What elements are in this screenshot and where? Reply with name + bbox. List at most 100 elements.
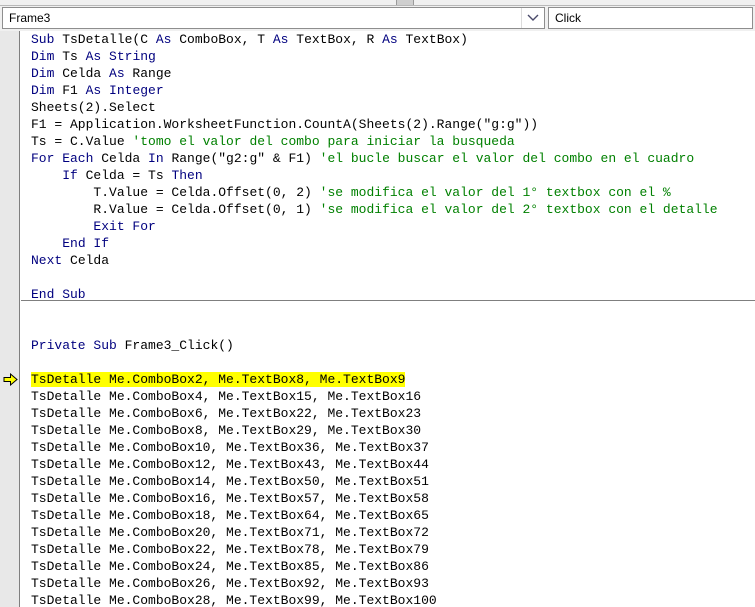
code-line-text: TsDetalle Me.ComboBox28, Me.TextBox99, M… bbox=[31, 593, 437, 607]
code-token-plain: Sheets(2).Select bbox=[31, 100, 156, 115]
code-token-plain: Celda bbox=[93, 151, 149, 166]
code-line[interactable] bbox=[21, 320, 755, 337]
procedure-separator bbox=[21, 300, 755, 301]
code-token-plain: TextBox, R bbox=[288, 32, 383, 47]
code-line-text: TsDetalle Me.ComboBox14, Me.TextBox50, M… bbox=[31, 474, 429, 489]
procedure-combo-value: Click bbox=[555, 11, 581, 25]
code-line[interactable]: Exit For bbox=[21, 218, 755, 235]
code-line[interactable]: Private Sub Frame3_Click() bbox=[21, 337, 755, 354]
code-line[interactable]: TsDetalle Me.ComboBox22, Me.TextBox78, M… bbox=[21, 541, 755, 558]
code-pane[interactable]: Sub TsDetalle(C As ComboBox, T As TextBo… bbox=[0, 31, 755, 607]
code-token-plain: TsDetalle Me.ComboBox18, Me.TextBox64, M… bbox=[31, 508, 429, 523]
code-line[interactable]: Next Celda bbox=[21, 252, 755, 269]
code-line[interactable]: Ts = C.Value 'tomo el valor del combo pa… bbox=[21, 133, 755, 150]
code-token-plain: TsDetalle Me.ComboBox2, Me.TextBox8, Me.… bbox=[31, 372, 406, 387]
code-token-plain: TsDetalle Me.ComboBox6, Me.TextBox22, Me… bbox=[31, 406, 422, 421]
code-line[interactable]: Dim Ts As String bbox=[21, 48, 755, 65]
code-line[interactable]: TsDetalle Me.ComboBox16, Me.TextBox57, M… bbox=[21, 490, 755, 507]
code-token-cmt: 'el bucle buscar el valor del combo en e… bbox=[319, 151, 695, 166]
code-line[interactable]: If Celda = Ts Then bbox=[21, 167, 755, 184]
code-token-plain: TsDetalle Me.ComboBox16, Me.TextBox57, M… bbox=[31, 491, 429, 506]
code-line[interactable]: Dim F1 As Integer bbox=[21, 82, 755, 99]
arrow-right-icon bbox=[3, 372, 18, 387]
code-line[interactable] bbox=[21, 303, 755, 320]
code-line[interactable]: For Each Celda In Range("g2:g" & F1) 'el… bbox=[21, 150, 755, 167]
code-line-text: Dim Ts As String bbox=[31, 49, 156, 64]
code-token-kw: Then bbox=[171, 168, 203, 183]
code-line-text: For Each Celda In Range("g2:g" & F1) 'el… bbox=[31, 151, 694, 166]
splitter-handle[interactable] bbox=[396, 0, 414, 5]
code-line-text: TsDetalle Me.ComboBox4, Me.TextBox15, Me… bbox=[31, 389, 421, 404]
code-token-plain: TsDetalle Me.ComboBox14, Me.TextBox50, M… bbox=[31, 474, 429, 489]
code-token-plain: F1 = Application.WorksheetFunction.Count… bbox=[31, 117, 539, 132]
code-token-plain: TsDetalle Me.ComboBox12, Me.TextBox43, M… bbox=[31, 457, 429, 472]
code-token-plain: TsDetalle Me.ComboBox8, Me.TextBox29, Me… bbox=[31, 423, 422, 438]
code-token-kw: Dim bbox=[31, 66, 55, 81]
object-combo[interactable]: Frame3 bbox=[2, 7, 545, 29]
current-statement-text: TsDetalle Me.ComboBox2, Me.TextBox8, Me.… bbox=[31, 372, 406, 387]
code-line[interactable]: Sheets(2).Select bbox=[21, 99, 755, 116]
code-line-text: TsDetalle Me.ComboBox18, Me.TextBox64, M… bbox=[31, 508, 429, 523]
code-line[interactable]: TsDetalle Me.ComboBox4, Me.TextBox15, Me… bbox=[21, 388, 755, 405]
code-token-kw: As bbox=[155, 32, 172, 47]
code-line-text: Sheets(2).Select bbox=[31, 100, 156, 115]
code-line-text: Sub TsDetalle(C As ComboBox, T As TextBo… bbox=[31, 32, 468, 47]
code-line[interactable]: R.Value = Celda.Offset(0, 1) 'se modific… bbox=[21, 201, 755, 218]
code-line-text: Ts = C.Value 'tomo el valor del combo pa… bbox=[31, 134, 515, 149]
code-token-kw: For Each bbox=[31, 151, 94, 166]
code-token-plain: Range bbox=[124, 66, 172, 81]
code-line[interactable]: TsDetalle Me.ComboBox18, Me.TextBox64, M… bbox=[21, 507, 755, 524]
code-token-plain: Frame3_Click() bbox=[116, 338, 234, 353]
code-token-kw: Private Sub bbox=[31, 338, 117, 353]
code-line-text: TsDetalle Me.ComboBox26, Me.TextBox92, M… bbox=[31, 576, 429, 591]
code-token-kw: Dim bbox=[31, 83, 55, 98]
code-token-kw: In bbox=[148, 151, 164, 166]
code-token-plain: TsDetalle Me.ComboBox28, Me.TextBox99, M… bbox=[31, 593, 437, 607]
code-line-text: TsDetalle Me.ComboBox10, Me.TextBox36, M… bbox=[31, 440, 429, 455]
code-line[interactable]: TsDetalle Me.ComboBox14, Me.TextBox50, M… bbox=[21, 473, 755, 490]
code-line-text: TsDetalle Me.ComboBox24, Me.TextBox85, M… bbox=[31, 559, 429, 574]
code-token-plain: Range("g2:g" & F1) bbox=[163, 151, 320, 166]
code-token-cmt: 'se modifica el valor del 2° textbox con… bbox=[319, 202, 718, 217]
code-token-kw: As bbox=[85, 83, 102, 98]
code-token-kw: Next bbox=[31, 253, 63, 268]
code-token-plain: Celda = Ts bbox=[77, 168, 172, 183]
code-line[interactable]: TsDetalle Me.ComboBox12, Me.TextBox43, M… bbox=[21, 456, 755, 473]
code-line[interactable]: T.Value = Celda.Offset(0, 2) 'se modific… bbox=[21, 184, 755, 201]
code-token-kw: End If bbox=[62, 236, 110, 251]
code-token-plain: TsDetalle Me.ComboBox22, Me.TextBox78, M… bbox=[31, 542, 429, 557]
code-line[interactable]: F1 = Application.WorksheetFunction.Count… bbox=[21, 116, 755, 133]
code-token-plain: ComboBox, T bbox=[171, 32, 273, 47]
code-token-kw: Exit For bbox=[93, 219, 156, 234]
code-token-plain: TsDetalle(C bbox=[54, 32, 156, 47]
code-line-text: End If bbox=[62, 236, 109, 251]
code-margin-indicator-bar[interactable] bbox=[0, 31, 20, 607]
code-line[interactable]: TsDetalle Me.ComboBox26, Me.TextBox92, M… bbox=[21, 575, 755, 592]
code-line[interactable]: TsDetalle Me.ComboBox10, Me.TextBox36, M… bbox=[21, 439, 755, 456]
code-line[interactable]: TsDetalle Me.ComboBox24, Me.TextBox85, M… bbox=[21, 558, 755, 575]
code-token-plain: F1 bbox=[54, 83, 86, 98]
code-line[interactable] bbox=[21, 354, 755, 371]
code-token-plain: R.Value = Celda.Offset(0, 1) bbox=[93, 202, 320, 217]
code-line[interactable]: TsDetalle Me.ComboBox8, Me.TextBox29, Me… bbox=[21, 422, 755, 439]
code-line[interactable]: TsDetalle Me.ComboBox20, Me.TextBox71, M… bbox=[21, 524, 755, 541]
code-token-kw: As bbox=[272, 32, 289, 47]
code-text-area[interactable]: Sub TsDetalle(C As ComboBox, T As TextBo… bbox=[21, 31, 755, 607]
code-line[interactable]: End If bbox=[21, 235, 755, 252]
code-line[interactable]: Dim Celda As Range bbox=[21, 65, 755, 82]
code-line-text: TsDetalle Me.ComboBox22, Me.TextBox78, M… bbox=[31, 542, 429, 557]
code-line[interactable]: TsDetalle Me.ComboBox28, Me.TextBox99, M… bbox=[21, 592, 755, 607]
code-token-plain: Celda bbox=[54, 66, 110, 81]
code-line[interactable]: Sub TsDetalle(C As ComboBox, T As TextBo… bbox=[21, 31, 755, 48]
code-line[interactable]: TsDetalle Me.ComboBox6, Me.TextBox22, Me… bbox=[21, 405, 755, 422]
code-line[interactable] bbox=[21, 269, 755, 286]
procedure-combo[interactable]: Click bbox=[548, 7, 753, 29]
code-token-plain: Ts = C.Value bbox=[31, 134, 133, 149]
code-token-kw: As bbox=[382, 32, 398, 47]
code-token-plain: Celda bbox=[62, 253, 110, 268]
code-line[interactable]: TsDetalle Me.ComboBox2, Me.TextBox8, Me.… bbox=[21, 371, 755, 388]
chevron-down-icon[interactable] bbox=[521, 8, 544, 28]
code-token-plain: TsDetalle Me.ComboBox10, Me.TextBox36, M… bbox=[31, 440, 429, 455]
code-token-plain: TextBox) bbox=[397, 32, 468, 47]
